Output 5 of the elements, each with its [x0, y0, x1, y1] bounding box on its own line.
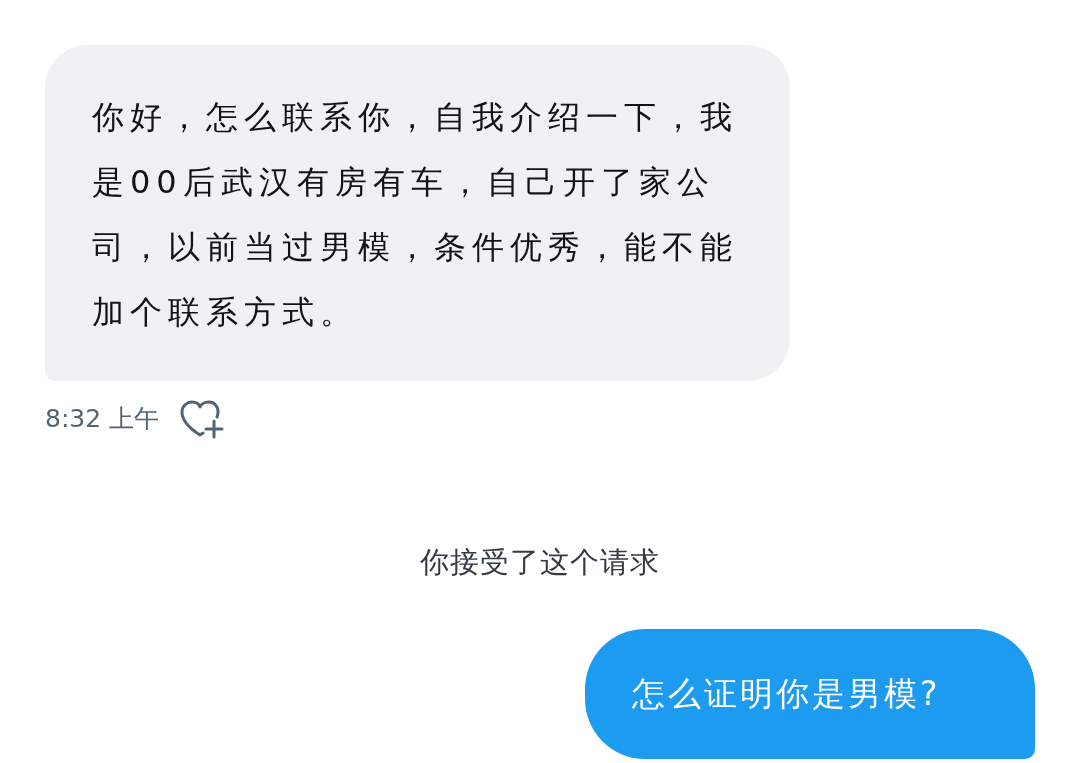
heart-plus-icon[interactable]	[179, 399, 226, 439]
system-notice: 你接受了这个请求	[420, 544, 660, 581]
message-text: 怎么证明你是男模?	[632, 672, 941, 715]
message-time: 8:32 上午	[45, 403, 160, 436]
message-text: 你好，怎么联系你，自我介绍一下，我是00后武汉有房有车，自己开了家公司，以前当过男模，条件优秀，能不能加个联系方式。	[92, 97, 739, 333]
